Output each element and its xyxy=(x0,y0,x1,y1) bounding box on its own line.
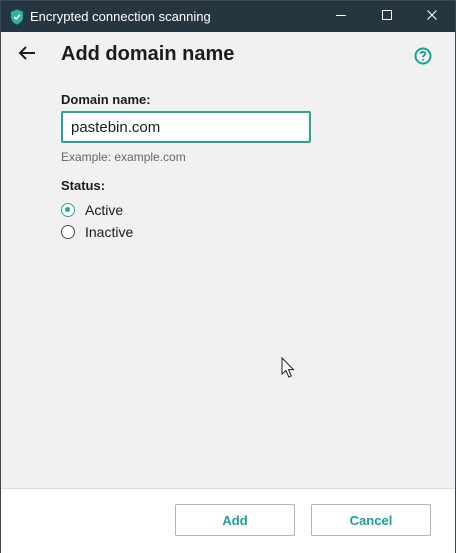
dialog-window: Encrypted connection scanning Add domain… xyxy=(0,0,456,553)
arrow-left-icon xyxy=(17,45,37,66)
help-button[interactable] xyxy=(414,47,432,65)
cancel-button[interactable]: Cancel xyxy=(311,504,431,536)
dialog-footer: Add Cancel xyxy=(1,488,455,553)
mouse-cursor-icon xyxy=(281,356,295,379)
radio-label-inactive: Inactive xyxy=(85,224,134,240)
radio-selected-icon xyxy=(61,203,75,217)
minimize-button[interactable] xyxy=(318,1,364,32)
add-button[interactable]: Add xyxy=(175,504,295,536)
radio-label-active: Active xyxy=(85,202,124,218)
domain-name-input[interactable] xyxy=(61,111,311,143)
status-inactive-radio[interactable]: Inactive xyxy=(61,223,133,241)
minimize-icon xyxy=(335,8,347,26)
status-active-radio[interactable]: Active xyxy=(61,201,123,219)
radio-unselected-icon xyxy=(61,225,75,239)
kaspersky-shield-icon xyxy=(10,9,24,25)
dialog-content: Add domain name Domain name: Example: ex… xyxy=(1,32,455,488)
question-circle-icon xyxy=(414,47,432,69)
window-title: Encrypted connection scanning xyxy=(30,9,211,24)
back-button[interactable] xyxy=(13,44,41,66)
domain-name-label: Domain name: xyxy=(61,92,151,107)
maximize-icon xyxy=(381,8,393,26)
page-title: Add domain name xyxy=(61,43,235,65)
domain-hint: Example: example.com xyxy=(61,150,186,164)
title-bar[interactable]: Encrypted connection scanning xyxy=(1,1,455,32)
close-button[interactable] xyxy=(409,1,455,32)
status-label: Status: xyxy=(61,178,106,193)
close-icon xyxy=(426,8,438,26)
maximize-button[interactable] xyxy=(364,1,410,32)
